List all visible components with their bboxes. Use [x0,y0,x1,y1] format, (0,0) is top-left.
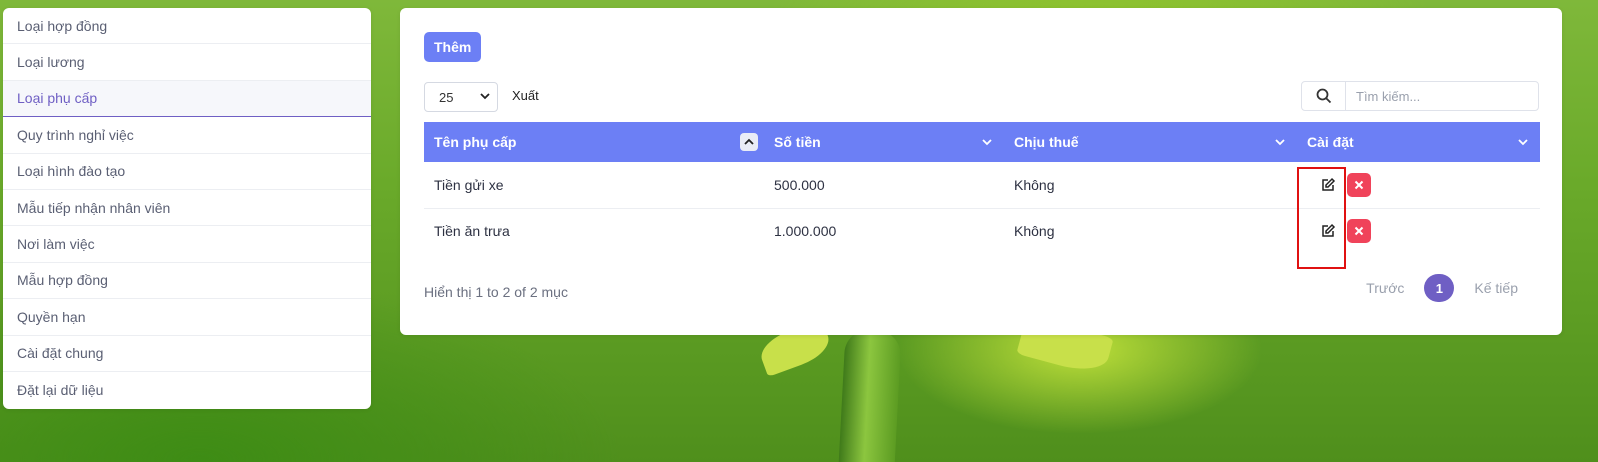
sidebar-item-contract-type[interactable]: Loại hợp đồng [3,8,371,45]
allowance-table: Tên phụ cấp Số tiền Chịu thuế Cài đặt Ti… [424,122,1540,254]
cell-amount: 500.000 [774,176,825,193]
sidebar-item-training-type[interactable]: Loại hình đào tạo [3,154,371,190]
search-box[interactable] [1301,81,1539,111]
cell-taxable: Không [1014,223,1055,240]
next-page-button[interactable]: Kế tiếp [1474,280,1518,296]
sidebar-item-contract-template[interactable]: Mẫu hợp đồng [3,263,371,300]
sidebar-item-salary-type[interactable]: Loại lương [3,44,371,81]
search-icon[interactable] [1302,82,1346,110]
cell-amount: 1.000.000 [774,223,837,240]
close-icon [1354,180,1364,189]
sidebar-item-permissions[interactable]: Quyền hạn [3,299,371,336]
column-header-amount[interactable]: Số tiền [764,122,1004,162]
allowance-card: Thêm 25 Xuất Tên phụ cấp Số tiền [400,8,1562,335]
chevron-down-icon [480,93,490,100]
cell-name: Tiền gửi xe [434,176,504,193]
sidebar-item-onboarding-template[interactable]: Mẫu tiếp nhận nhân viên [3,190,371,227]
prev-page-button[interactable]: Trước [1366,280,1404,296]
column-header-label: Số tiền [774,134,821,150]
column-header-settings[interactable]: Cài đặt [1297,122,1540,162]
delete-button[interactable] [1347,172,1371,197]
chevron-down-icon[interactable] [1273,135,1287,149]
sidebar-item-general-settings[interactable]: Cài đặt chung [3,336,371,372]
cell-taxable: Không [1014,176,1055,193]
sidebar-item-resignation-process[interactable]: Quy trình nghỉ việc [3,117,371,154]
column-header-name[interactable]: Tên phụ cấp [424,122,764,162]
delete-button[interactable] [1347,219,1371,244]
column-header-label: Chịu thuế [1014,134,1079,150]
sidebar-item-workplace[interactable]: Nơi làm việc [3,226,371,263]
sort-asc-icon[interactable] [740,133,758,151]
table-header-row: Tên phụ cấp Số tiền Chịu thuế Cài đặt [424,122,1540,162]
table-row: Tiền ăn trưa 1.000.000 Không [424,208,1540,254]
page-number-button[interactable]: 1 [1424,274,1455,302]
highlight-box [1297,167,1346,269]
search-input[interactable] [1346,82,1538,110]
background-stem [838,328,902,462]
page-size-select[interactable]: 25 [424,82,498,112]
sidebar-item-reset-data[interactable]: Đặt lại dữ liệu [3,372,371,408]
cell-name: Tiền ăn trưa [434,223,510,240]
chevron-down-icon[interactable] [1516,135,1530,149]
column-header-label: Tên phụ cấp [434,134,517,150]
sidebar-item-allowance-type[interactable]: Loại phụ cấp [3,80,371,118]
chevron-down-icon[interactable] [980,135,994,149]
pagination: Trước 1 Kế tiếp [1366,274,1518,302]
settings-sidebar: Loại hợp đồng Loại lương Loại phụ cấp Qu… [3,8,371,409]
column-header-taxable[interactable]: Chịu thuế [1004,122,1297,162]
table-row: Tiền gửi xe 500.000 Không [424,162,1540,208]
page-size-value: 25 [439,89,454,105]
pagination-info: Hiển thị 1 to 2 of 2 mục [424,284,568,300]
column-header-label: Cài đặt [1307,134,1354,150]
close-icon [1354,227,1364,236]
add-button[interactable]: Thêm [424,32,482,62]
export-button[interactable]: Xuất [504,82,547,108]
